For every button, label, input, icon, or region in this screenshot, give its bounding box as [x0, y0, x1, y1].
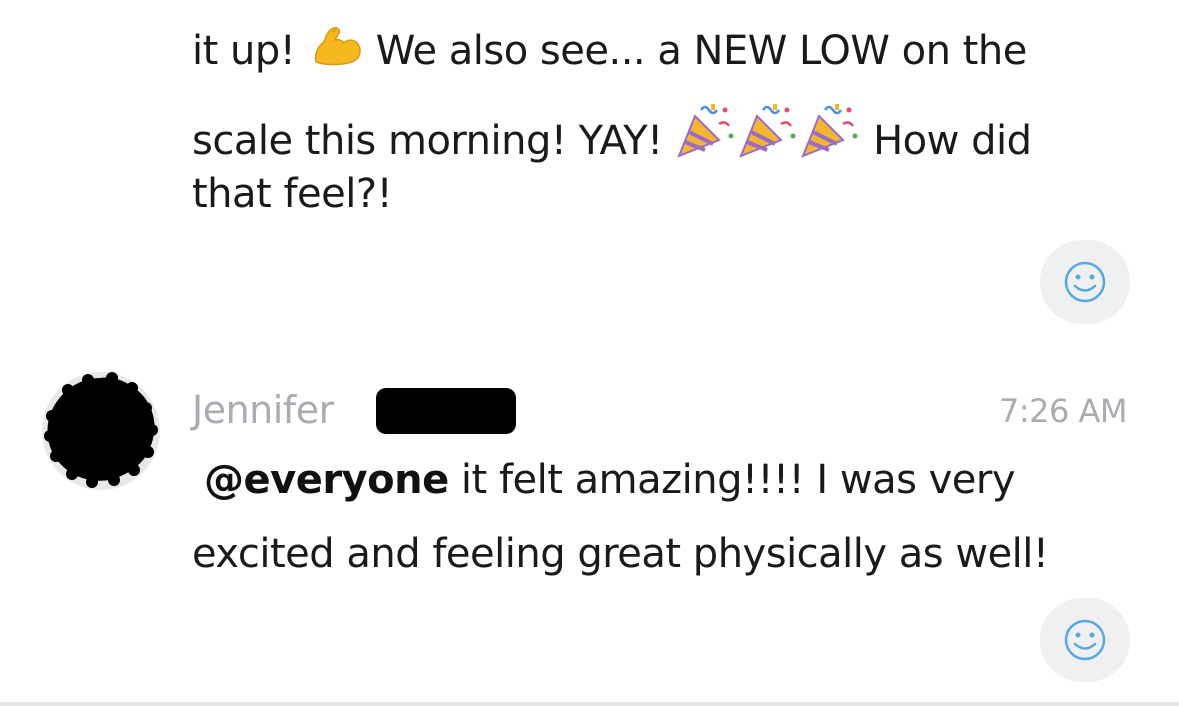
message-1-line-2-text-a: scale this morning! YAY!: [192, 118, 675, 164]
message-1-line-1-text-a: it up!: [192, 28, 308, 74]
smiley-icon: [1064, 261, 1106, 303]
message-2-line-1-text: it felt amazing!!!! I was very: [448, 457, 1016, 503]
message-timestamp: 7:26 AM: [998, 392, 1128, 430]
message-2-line-2: excited and feeling great physically as …: [192, 531, 1049, 577]
message-1-line-1-text-b: We also see... a NEW LOW on the: [363, 28, 1028, 74]
add-reaction-button[interactable]: [1040, 598, 1130, 682]
sender-name-redaction: [376, 388, 516, 434]
add-reaction-button[interactable]: [1040, 240, 1130, 324]
message-2-line-1: @everyone it felt amazing!!!! I was very: [192, 460, 1016, 500]
message-1-line-2-text-b: How did: [860, 118, 1032, 164]
avatar-redaction: [44, 372, 158, 488]
party-popper-icon: [799, 102, 861, 163]
message-1-line-2: scale this morning! YAY! How did: [192, 102, 1032, 164]
divider: [0, 702, 1179, 706]
party-popper-icon: [737, 102, 799, 163]
smiley-icon: [1064, 619, 1106, 661]
flexed-biceps-icon: [308, 24, 364, 73]
message-1-line-1: it up! We also see... a NEW LOW on the: [192, 24, 1027, 73]
mention-everyone[interactable]: @everyone: [204, 457, 449, 503]
message-1-line-3: that feel?!: [192, 171, 393, 217]
party-popper-icon: [675, 102, 737, 163]
sender-name[interactable]: Jennifer: [192, 388, 334, 432]
